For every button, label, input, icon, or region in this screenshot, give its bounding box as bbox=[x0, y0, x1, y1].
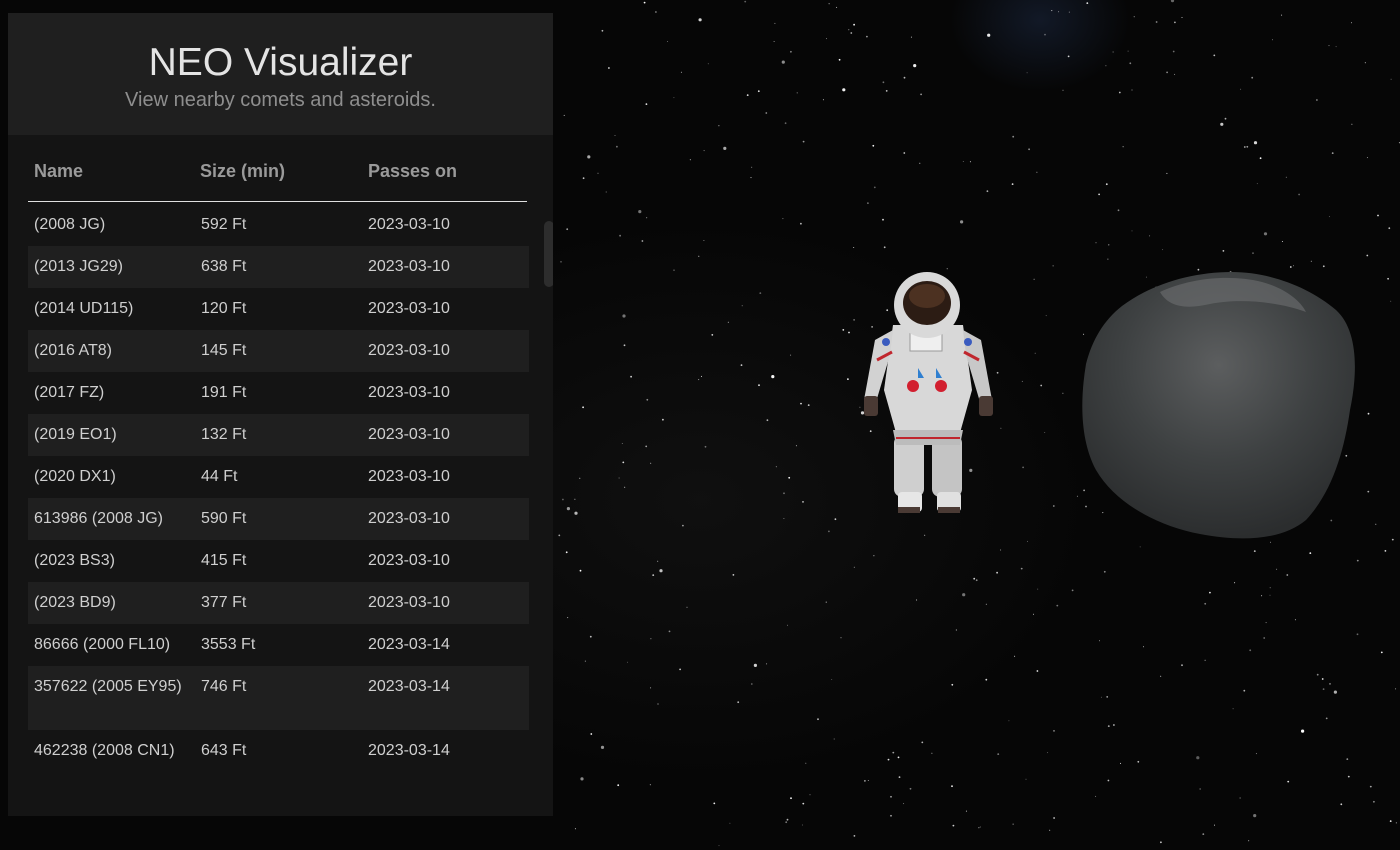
cell-date: 2023-03-10 bbox=[368, 300, 450, 317]
cell-name: (2017 FZ) bbox=[34, 384, 105, 401]
column-header-date[interactable]: Passes on bbox=[368, 160, 457, 182]
cell-name: (2013 JG29) bbox=[34, 258, 123, 275]
column-header-size[interactable]: Size (min) bbox=[200, 160, 285, 182]
cell-name: 357622 (2005 EY95) bbox=[34, 678, 182, 695]
cell-name: 613986 (2008 JG) bbox=[34, 510, 163, 527]
cell-size: 590 Ft bbox=[201, 510, 247, 527]
table-row[interactable]: 86666 (2000 FL10) 3553 Ft 2023-03-14 bbox=[28, 624, 529, 666]
table-header: Name Size (min) Passes on bbox=[28, 153, 527, 202]
cell-date: 2023-03-14 bbox=[368, 678, 450, 695]
cell-size: 643 Ft bbox=[201, 742, 247, 759]
cell-date: 2023-03-14 bbox=[368, 636, 450, 653]
cell-name: (2023 BS3) bbox=[34, 552, 115, 569]
table-row[interactable]: 462238 (2008 CN1) 643 Ft 2023-03-14 bbox=[28, 730, 529, 778]
cell-name: (2020 DX1) bbox=[34, 468, 116, 485]
cell-size: 132 Ft bbox=[201, 426, 247, 443]
cell-size: 191 Ft bbox=[201, 384, 247, 401]
cell-name: 462238 (2008 CN1) bbox=[34, 742, 175, 759]
cell-date: 2023-03-10 bbox=[368, 468, 450, 485]
cell-date: 2023-03-10 bbox=[368, 384, 450, 401]
cell-date: 2023-03-10 bbox=[368, 510, 450, 527]
cell-size: 377 Ft bbox=[201, 594, 247, 611]
cell-size: 415 Ft bbox=[201, 552, 247, 569]
cell-date: 2023-03-10 bbox=[368, 594, 450, 611]
column-header-name[interactable]: Name bbox=[34, 160, 83, 182]
table-row[interactable]: (2016 AT8) 145 Ft 2023-03-10 bbox=[28, 330, 529, 372]
cell-date: 2023-03-10 bbox=[368, 342, 450, 359]
page-title: NEO Visualizer bbox=[148, 41, 413, 84]
table-row[interactable]: (2023 BD9) 377 Ft 2023-03-10 bbox=[28, 582, 529, 624]
panel-header: NEO Visualizer View nearby comets and as… bbox=[8, 13, 553, 135]
cell-name: 86666 (2000 FL10) bbox=[34, 636, 171, 653]
table-row[interactable]: 357622 (2005 EY95) 746 Ft 2023-03-14 bbox=[28, 666, 529, 730]
table-row[interactable]: (2017 FZ) 191 Ft 2023-03-10 bbox=[28, 372, 529, 414]
cell-name: (2023 BD9) bbox=[34, 594, 116, 611]
table-row[interactable]: (2008 JG) 592 Ft 2023-03-10 bbox=[28, 204, 529, 246]
cell-size: 746 Ft bbox=[201, 678, 247, 695]
cell-size: 3553 Ft bbox=[201, 636, 256, 653]
table-row[interactable]: (2014 UD115) 120 Ft 2023-03-10 bbox=[28, 288, 529, 330]
neo-table-body[interactable]: (2008 JG) 592 Ft 2023-03-10 (2013 JG29) … bbox=[28, 204, 529, 778]
cell-date: 2023-03-10 bbox=[368, 216, 450, 233]
cell-size: 44 Ft bbox=[201, 468, 238, 485]
cell-name: (2019 EO1) bbox=[34, 426, 117, 443]
table-row[interactable]: (2019 EO1) 132 Ft 2023-03-10 bbox=[28, 414, 529, 456]
table-scrollbar[interactable] bbox=[544, 221, 553, 287]
table-row[interactable]: 613986 (2008 JG) 590 Ft 2023-03-10 bbox=[28, 498, 529, 540]
neo-panel: NEO Visualizer View nearby comets and as… bbox=[8, 13, 553, 816]
table-row[interactable]: (2020 DX1) 44 Ft 2023-03-10 bbox=[28, 456, 529, 498]
cell-date: 2023-03-10 bbox=[368, 426, 450, 443]
table-row[interactable]: (2023 BS3) 415 Ft 2023-03-10 bbox=[28, 540, 529, 582]
page-subtitle: View nearby comets and asteroids. bbox=[125, 89, 436, 111]
cell-name: (2016 AT8) bbox=[34, 342, 112, 359]
table-row[interactable]: (2013 JG29) 638 Ft 2023-03-10 bbox=[28, 246, 529, 288]
cell-name: (2014 UD115) bbox=[34, 300, 134, 317]
cell-name: (2008 JG) bbox=[34, 216, 106, 233]
cell-date: 2023-03-10 bbox=[368, 258, 450, 275]
cell-size: 120 Ft bbox=[201, 300, 247, 317]
cell-size: 145 Ft bbox=[201, 342, 247, 359]
cell-size: 592 Ft bbox=[201, 216, 247, 233]
cell-date: 2023-03-14 bbox=[368, 742, 450, 759]
cell-date: 2023-03-10 bbox=[368, 552, 450, 569]
cell-size: 638 Ft bbox=[201, 258, 247, 275]
